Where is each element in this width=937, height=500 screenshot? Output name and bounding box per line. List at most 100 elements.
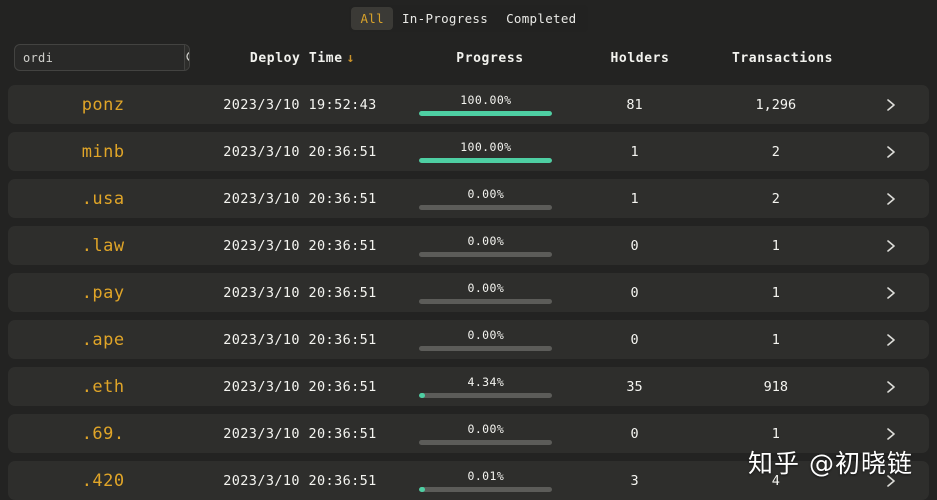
row-progress-label: 4.34%: [467, 375, 505, 389]
row-progress-label: 0.00%: [467, 187, 505, 201]
row-progress-track: [419, 252, 553, 257]
row-ticker: .420: [81, 470, 125, 491]
row-progress-track: [419, 111, 553, 116]
row-progress-fill: [419, 393, 426, 398]
row-deploy-time: 2023/3/10 20:36:51: [223, 237, 377, 254]
table-row[interactable]: .law 2023/3/10 20:36:51 0.00% 0 1: [8, 226, 929, 265]
row-holders: 1: [630, 190, 639, 207]
row-deploy-time: 2023/3/10 20:36:51: [223, 331, 377, 348]
header-holders: Holders: [610, 50, 670, 66]
row-progress: 4.34%: [402, 375, 571, 398]
row-progress-track: [419, 487, 553, 492]
row-detail-button[interactable]: [853, 426, 929, 442]
row-transactions: 1: [771, 237, 780, 254]
row-detail-button[interactable]: [853, 238, 929, 254]
row-progress-fill: [419, 487, 426, 492]
row-transactions: 1: [771, 284, 780, 301]
filter-tabs: All In-Progress Completed: [349, 5, 588, 32]
chevron-right-icon: [884, 144, 898, 160]
header-deploy-time[interactable]: Deploy Time ↓: [200, 51, 405, 66]
chevron-right-icon: [884, 191, 898, 207]
chevron-right-icon: [884, 426, 898, 442]
row-progress: 100.00%: [402, 140, 571, 163]
header-deploy-time-label: Deploy Time: [249, 50, 343, 66]
row-progress-track: [419, 205, 553, 210]
table-row[interactable]: ponz 2023/3/10 19:52:43 100.00% 81 1,296: [8, 85, 929, 124]
row-progress-track: [419, 346, 553, 351]
row-transactions: 4: [771, 472, 780, 489]
tab-all[interactable]: All: [351, 7, 393, 30]
row-progress-label: 0.00%: [467, 281, 505, 295]
row-holders: 0: [630, 237, 639, 254]
table-row[interactable]: .pay 2023/3/10 20:36:51 0.00% 0 1: [8, 273, 929, 312]
row-deploy-time: 2023/3/10 20:36:51: [223, 472, 377, 489]
row-transactions: 2: [771, 143, 780, 160]
row-ticker: .ape: [81, 329, 125, 350]
row-progress: 0.01%: [402, 469, 571, 492]
row-progress-fill: [419, 158, 553, 163]
row-detail-button[interactable]: [853, 191, 929, 207]
row-deploy-time: 2023/3/10 19:52:43: [223, 96, 377, 113]
row-deploy-time: 2023/3/10 20:36:51: [223, 284, 377, 301]
header-transactions: Transactions: [731, 50, 834, 66]
row-detail-button[interactable]: [853, 332, 929, 348]
row-transactions: 918: [763, 378, 789, 395]
row-deploy-time: 2023/3/10 20:36:51: [223, 378, 377, 395]
row-progress-label: 0.01%: [467, 469, 505, 483]
chevron-right-icon: [884, 238, 898, 254]
tab-completed[interactable]: Completed: [497, 7, 585, 30]
table-row[interactable]: .420 2023/3/10 20:36:51 0.01% 3 4: [8, 461, 929, 500]
header-progress: Progress: [456, 50, 524, 66]
table-row[interactable]: .eth 2023/3/10 20:36:51 4.34% 35 918: [8, 367, 929, 406]
row-ticker: minb: [81, 141, 125, 162]
chevron-right-icon: [884, 285, 898, 301]
row-holders: 0: [630, 425, 639, 442]
table-row[interactable]: .69. 2023/3/10 20:36:51 0.00% 0 1: [8, 414, 929, 453]
row-ticker: .law: [81, 235, 125, 256]
chevron-right-icon: [884, 473, 898, 489]
row-progress-label: 0.00%: [467, 234, 505, 248]
row-detail-button[interactable]: [853, 144, 929, 160]
table-row[interactable]: .usa 2023/3/10 20:36:51 0.00% 1 2: [8, 179, 929, 218]
row-holders: 35: [626, 378, 643, 395]
row-progress-track: [419, 393, 553, 398]
table-row[interactable]: minb 2023/3/10 20:36:51 100.00% 1 2: [8, 132, 929, 171]
chevron-right-icon: [884, 379, 898, 395]
row-holders: 0: [630, 284, 639, 301]
sort-desc-icon[interactable]: ↓: [347, 51, 355, 66]
row-progress-fill: [419, 111, 553, 116]
chevron-right-icon: [884, 97, 898, 113]
row-detail-button[interactable]: [853, 379, 929, 395]
row-deploy-time: 2023/3/10 20:36:51: [223, 143, 377, 160]
row-progress-label: 100.00%: [460, 140, 512, 154]
table-header: Deploy Time ↓ Progress Holders Transactio…: [0, 47, 937, 69]
row-ticker: ponz: [81, 94, 125, 115]
row-transactions: 2: [771, 190, 780, 207]
row-progress-track: [419, 299, 553, 304]
row-holders: 1: [630, 143, 639, 160]
row-detail-button[interactable]: [853, 473, 929, 489]
row-ticker: .pay: [81, 282, 125, 303]
row-progress-label: 0.00%: [467, 422, 505, 436]
table-row[interactable]: .ape 2023/3/10 20:36:51 0.00% 0 1: [8, 320, 929, 359]
row-deploy-time: 2023/3/10 20:36:51: [223, 425, 377, 442]
token-table-body: ponz 2023/3/10 19:52:43 100.00% 81 1,296 minb…: [0, 85, 937, 500]
tab-in-progress[interactable]: In-Progress: [393, 7, 497, 30]
row-progress-label: 100.00%: [460, 93, 512, 107]
token-list-page: AllIn-ProgressCompleted Deploy Time ↓ Pro…: [0, 0, 937, 500]
row-holders: 3: [630, 472, 639, 489]
row-progress: 0.00%: [402, 422, 571, 445]
row-holders: 0: [630, 331, 639, 348]
row-progress: 0.00%: [402, 281, 571, 304]
row-transactions: 1,296: [755, 96, 797, 113]
row-progress: 100.00%: [402, 93, 571, 116]
row-progress: 0.00%: [402, 328, 571, 351]
row-transactions: 1: [771, 331, 780, 348]
row-detail-button[interactable]: [853, 285, 929, 301]
row-ticker: .eth: [81, 376, 125, 397]
row-progress-label: 0.00%: [467, 328, 505, 342]
row-ticker: .usa: [81, 188, 125, 209]
chevron-right-icon: [884, 332, 898, 348]
row-detail-button[interactable]: [853, 97, 929, 113]
row-progress: 0.00%: [402, 187, 571, 210]
